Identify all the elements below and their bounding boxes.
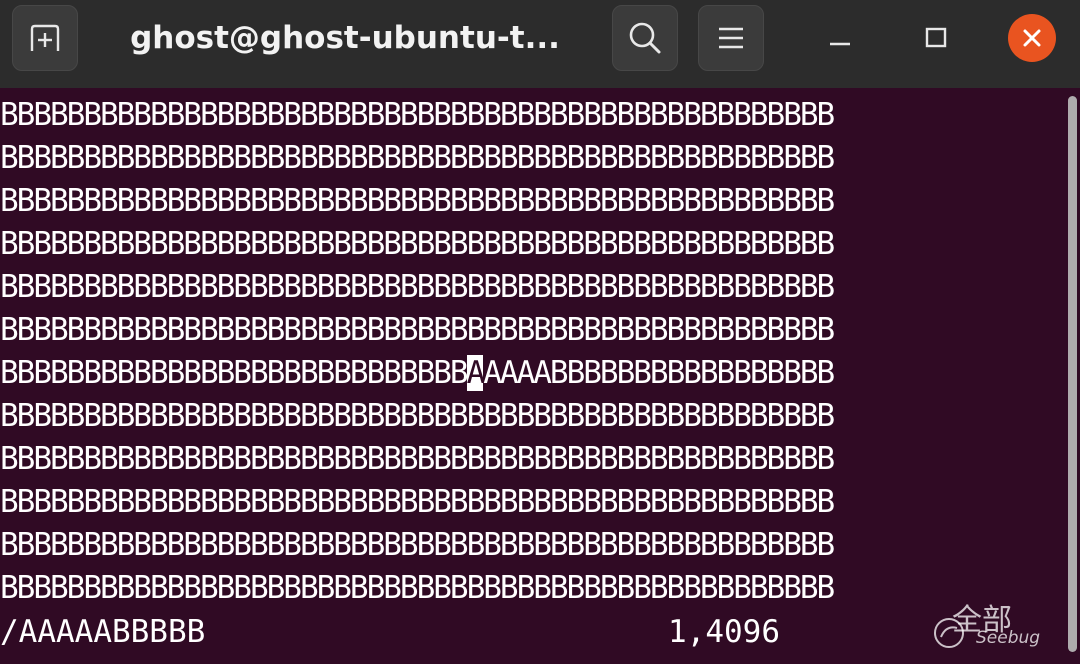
title-bar: ghost@ghost-ubuntu-t... [0, 0, 1080, 88]
menu-button[interactable] [698, 5, 764, 71]
maximize-button[interactable] [912, 14, 960, 62]
terminal-line: BBBBBBBBBBBBBBBBBBBBBBBBBBBBBBBBBBBBBBBB… [0, 441, 835, 477]
terminal-line: BBBBBBBBBBBBBBBBBBBBBBBBBBBBBBBBBBBBBBBB… [0, 97, 835, 133]
terminal-line: BBBBBBBBBBBBBBBBBBBBBBBBBBBBBBBBBBBBBBBB… [0, 226, 835, 262]
scrollbar-thumb[interactable] [1068, 96, 1077, 652]
watermark: 全部 Seebug [928, 604, 1073, 660]
minimize-icon [830, 42, 850, 46]
terminal-line: BBBBBBBBBBBBBBBBBBBBBBBBBBBBBBBBBBBBBBBB… [0, 140, 835, 176]
hamburger-menu-icon [719, 27, 743, 49]
text-cursor: A [466, 355, 485, 391]
terminal-window: ghost@ghost-ubuntu-t... BBBBBBBBBBBBBBBB… [0, 0, 1080, 664]
minimize-button[interactable] [816, 14, 864, 62]
match-prefix: BBBBBBBBBBBBBBBBBBBBBBBBBBBB [0, 355, 469, 391]
terminal-line: BBBBBBBBBBBBBBBBBBBBBBBBBBBBBBBBBBBBBBBB… [0, 183, 835, 219]
close-icon [1023, 29, 1041, 47]
terminal-output[interactable]: BBBBBBBBBBBBBBBBBBBBBBBBBBBBBBBBBBBBBBBB… [0, 94, 1064, 664]
terminal-match-line: BBBBBBBBBBBBBBBBBBBBBBBBBBBBAAAAABBBBBBB… [0, 352, 835, 394]
cursor-position: 1,4096 [668, 614, 780, 650]
terminal-line: BBBBBBBBBBBBBBBBBBBBBBBBBBBBBBBBBBBBBBBB… [0, 570, 835, 606]
watermark-brand: Seebug [976, 628, 1041, 648]
new-tab-button[interactable] [12, 5, 78, 71]
scrollbar[interactable] [1064, 94, 1080, 664]
terminal-line: BBBBBBBBBBBBBBBBBBBBBBBBBBBBBBBBBBBBBBBB… [0, 398, 835, 434]
window-title: ghost@ghost-ubuntu-t... [130, 20, 560, 56]
search-icon [629, 22, 661, 54]
terminal-line: BBBBBBBBBBBBBBBBBBBBBBBBBBBBBBBBBBBBBBBB… [0, 484, 835, 520]
search-button[interactable] [612, 5, 678, 71]
search-command: /AAAAABBBBB [0, 614, 206, 650]
terminal-line: BBBBBBBBBBBBBBBBBBBBBBBBBBBBBBBBBBBBBBBB… [0, 269, 835, 305]
maximize-icon [925, 27, 947, 48]
new-tab-icon [30, 24, 60, 51]
terminal-line: BBBBBBBBBBBBBBBBBBBBBBBBBBBBBBBBBBBBBBBB… [0, 527, 835, 563]
close-button[interactable] [1008, 14, 1056, 62]
terminal-line: BBBBBBBBBBBBBBBBBBBBBBBBBBBBBBBBBBBBBBBB… [0, 312, 835, 348]
match-suffix: AAAABBBBBBBBBBBBBBBBB [483, 355, 835, 391]
